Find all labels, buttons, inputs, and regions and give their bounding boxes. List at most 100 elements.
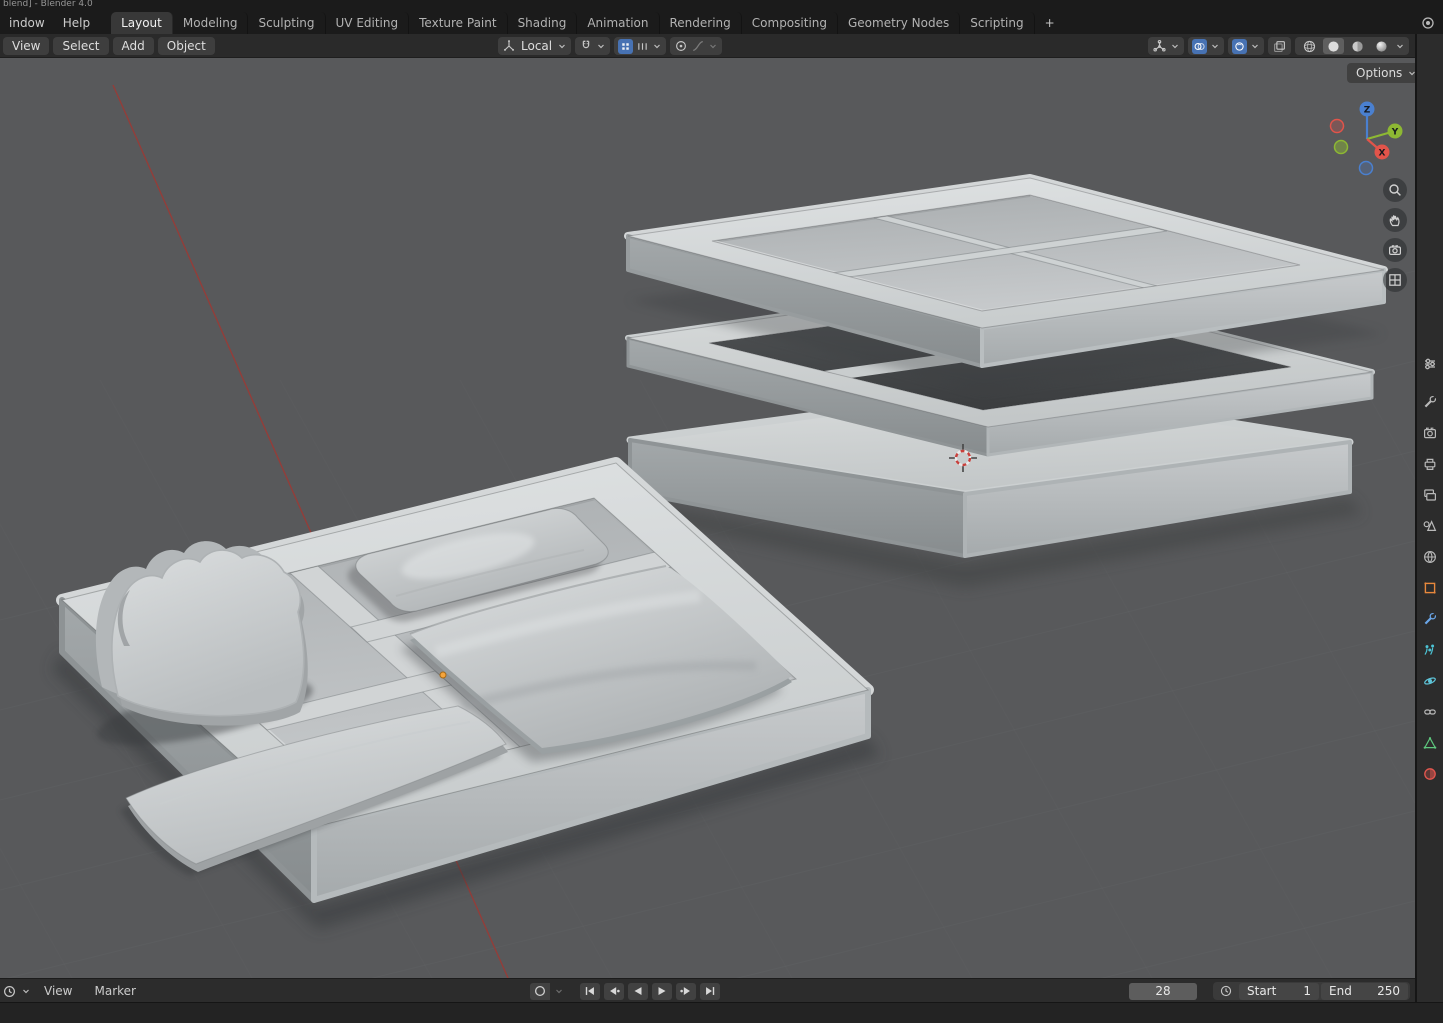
shading-solid-button[interactable] [1323,38,1344,54]
orientation-axes-icon [502,39,516,53]
snap-increment-icon [636,40,649,53]
start-frame-field[interactable]: Start 1 [1239,983,1319,1000]
timeline-bar: View Marker [0,978,1415,1002]
workspace-tab-texture-paint[interactable]: Texture Paint [409,12,507,34]
navigation-gizmo[interactable]: Z Y X [1322,96,1414,188]
properties-tab-object[interactable] [1417,576,1443,600]
timeline-menu-marker[interactable]: Marker [85,981,144,1001]
add-workspace-button[interactable]: + [1035,12,1065,34]
xray-icon [1272,39,1287,54]
axis-neg-y-ball[interactable] [1335,141,1348,154]
shading-material-button[interactable] [1347,38,1368,54]
properties-tab-constraints[interactable] [1417,700,1443,724]
chevron-down-icon[interactable] [1395,42,1405,50]
workspace-tab-modeling[interactable]: Modeling [173,12,249,34]
blender-window: blend] - Blender 4.0 indow Help Layout M… [0,0,1443,1023]
menu-add[interactable]: Add [113,37,154,55]
preview-sphere-icon [1232,39,1247,54]
workspace-tab-animation[interactable]: Animation [577,12,659,34]
end-frame-field[interactable]: End 250 [1321,983,1408,1000]
menu-help[interactable]: Help [54,13,99,33]
viewport-region[interactable]: Options Z Y X [0,58,1415,978]
shading-wireframe-button[interactable] [1299,38,1320,54]
chevron-down-icon[interactable] [1250,42,1260,50]
perspective-toggle-button[interactable] [1383,268,1407,292]
properties-tab-view-layer[interactable] [1417,483,1443,507]
chevron-down-icon[interactable] [21,987,31,995]
show-overlays-toggle[interactable] [1188,37,1224,55]
workspace-tab-compositing[interactable]: Compositing [742,12,838,34]
chevron-down-icon[interactable] [1210,42,1220,50]
chevron-down-icon[interactable] [1170,42,1180,50]
jump-prev-keyframe-button[interactable] [604,983,624,1000]
current-frame-field[interactable]: 28 [1129,983,1197,1000]
properties-tab-object-data[interactable] [1417,731,1443,755]
proportional-editing-group[interactable] [670,37,722,55]
properties-tab-world[interactable] [1417,545,1443,569]
chevron-down-icon[interactable] [652,42,662,50]
camera-view-button[interactable] [1383,238,1407,262]
window-title: blend] - Blender 4.0 [3,0,93,9]
snapping-options-dropdown[interactable] [614,37,666,55]
menu-select[interactable]: Select [53,37,108,55]
properties-tab-physics[interactable] [1417,669,1443,693]
properties-tab-particles[interactable] [1417,638,1443,662]
chevron-down-icon[interactable] [554,987,564,995]
properties-tab-material[interactable] [1417,762,1443,786]
transform-orientation-dropdown[interactable]: Local [498,37,571,55]
menu-window[interactable]: indow [0,13,54,33]
workspace-tab-geometry-nodes[interactable]: Geometry Nodes [838,12,960,34]
show-gizmos-toggle[interactable] [1148,37,1184,55]
clock-icon [1215,984,1237,998]
shading-rendered-button[interactable] [1371,38,1392,54]
auto-keying-toggle[interactable] [530,983,550,1000]
jump-to-start-button[interactable] [580,983,600,1000]
axis-neg-x-ball[interactable] [1331,120,1344,133]
snap-to-grid-icon [618,39,633,54]
tray-stack[interactable] [620,178,1384,588]
properties-tab-render[interactable] [1417,421,1443,445]
axis-neg-z-ball[interactable] [1360,162,1373,175]
proportional-edit-icon [674,39,688,53]
workspace-tab-scripting[interactable]: Scripting [960,12,1034,34]
workspace-tab-layout[interactable]: Layout [111,12,173,34]
properties-tab-strip [1417,34,1443,1002]
menu-object[interactable]: Object [158,37,215,55]
viewport-preview-toggle[interactable] [1228,37,1264,55]
magnet-icon [579,39,593,53]
play-reverse-button[interactable] [628,983,648,1000]
properties-tab-scene[interactable] [1417,514,1443,538]
menu-view[interactable]: View [3,37,49,55]
chevron-down-icon[interactable] [596,42,606,50]
viewport-nav-buttons [1383,178,1407,292]
timeline-editor-type-icon[interactable] [2,984,17,999]
workspace-tab-rendering[interactable]: Rendering [660,12,742,34]
jump-to-end-button[interactable] [700,983,720,1000]
chevron-down-icon [1407,69,1415,77]
pan-hand-button[interactable] [1383,208,1407,232]
falloff-curve-icon [691,39,705,53]
overlays-icon [1192,39,1207,54]
shading-mode-group [1295,37,1409,55]
workspace-tab-uv-editing[interactable]: UV Editing [326,12,410,34]
jump-next-keyframe-button[interactable] [676,983,696,1000]
workspace-tab-shading[interactable]: Shading [508,12,578,34]
options-button[interactable]: Options [1347,63,1415,83]
zoom-button[interactable] [1383,178,1407,202]
axis-x-label: X [1379,149,1386,159]
scene-selector-icon[interactable] [1420,13,1443,33]
viewport-header: View Select Add Object Local [0,34,1415,58]
play-forward-button[interactable] [652,983,672,1000]
viewport-canvas[interactable] [0,58,1415,978]
timeline-menu-view[interactable]: View [35,981,81,1001]
properties-tab-tool[interactable] [1417,390,1443,414]
xray-toggle[interactable] [1268,37,1291,55]
chevron-down-icon[interactable] [557,42,567,50]
properties-tab-modifiers[interactable] [1417,607,1443,631]
properties-editor-type-icon[interactable] [1417,352,1443,376]
chevron-down-icon[interactable] [708,42,718,50]
workspace-tab-sculpting[interactable]: Sculpting [248,12,325,34]
snap-magnet-toggle[interactable] [575,37,610,55]
properties-tab-output[interactable] [1417,452,1443,476]
object-origin-dot [440,672,446,678]
